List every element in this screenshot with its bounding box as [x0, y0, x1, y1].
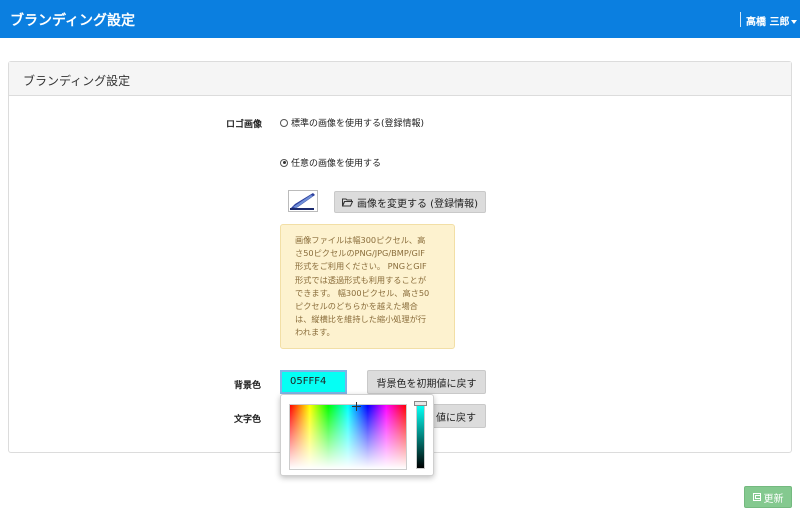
color-picker-popup — [280, 394, 434, 476]
radio-custom-logo[interactable]: 任意の画像を使用する — [280, 156, 381, 169]
radio-default-logo-indicator[interactable] — [280, 118, 288, 127]
logo-size-note: 画像ファイルは幅300ピクセル、高 さ50ピクセルのPNG/JPG/BMP/GI… — [280, 224, 455, 349]
top-bar: ブランディング設定 高橋 三郎 — [0, 0, 800, 38]
app-title: ブランディング設定 — [10, 13, 136, 29]
note-line: ピクセルのどちらかを越えた場合 — [295, 301, 418, 312]
user-menu[interactable]: 高橋 三郎 — [746, 13, 798, 28]
logo-image-label: ロゴ画像 — [226, 120, 263, 130]
crosshair-icon[interactable] — [352, 402, 361, 411]
radio-custom-logo-indicator[interactable] — [280, 158, 288, 167]
color-saturation-area[interactable] — [289, 402, 407, 470]
note-line: 画像ファイルは幅300ピクセル、高 — [295, 235, 426, 245]
background-color-input[interactable]: 05FFF4 — [280, 370, 347, 394]
note-line: は、縦横比を維持した縮小処理が行 — [295, 314, 427, 325]
panel-title: ブランディング設定 — [23, 74, 131, 88]
caret-down-icon — [791, 20, 798, 24]
radio-default-logo-label: 標準の画像を使用する(登録情報) — [291, 119, 425, 129]
folder-open-icon — [342, 198, 353, 206]
logo-pen-icon — [289, 191, 317, 211]
note-line: さ50ピクセルのPNG/JPG/BMP/GIF — [295, 248, 426, 259]
note-line: 形式をご利用ください。 PNGとGIF — [295, 261, 427, 272]
note-line: 形式では透過形式も利用することが — [295, 274, 427, 285]
user-menu-divider — [740, 12, 741, 27]
update-button[interactable]: 更新 — [744, 486, 792, 508]
save-icon — [752, 493, 761, 501]
reset-background-color-label: 背景色を初期値に戻す — [376, 378, 477, 390]
note-line: われます。 — [295, 327, 335, 338]
text-color-label: 文字色 — [234, 415, 262, 425]
logo-thumbnail — [288, 190, 318, 212]
change-image-button-label: 画像を変更する (登録情報) — [357, 198, 478, 210]
background-color-label: 背景色 — [234, 381, 262, 391]
radio-default-logo[interactable]: 標準の画像を使用する(登録情報) — [280, 116, 424, 129]
reset-text-color-label: 値に戻す — [436, 412, 476, 424]
user-name: 高橋 三郎 — [746, 17, 790, 28]
radio-custom-logo-label: 任意の画像を使用する — [291, 159, 382, 169]
update-button-label: 更新 — [763, 493, 784, 505]
change-image-button[interactable]: 画像を変更する (登録情報) — [334, 191, 486, 213]
color-value-slider-handle[interactable] — [414, 401, 427, 406]
note-line: できます。 幅300ピクセル、高さ50 — [295, 287, 430, 298]
color-value-slider[interactable] — [416, 405, 425, 469]
reset-background-color-button[interactable]: 背景色を初期値に戻す — [367, 370, 486, 394]
